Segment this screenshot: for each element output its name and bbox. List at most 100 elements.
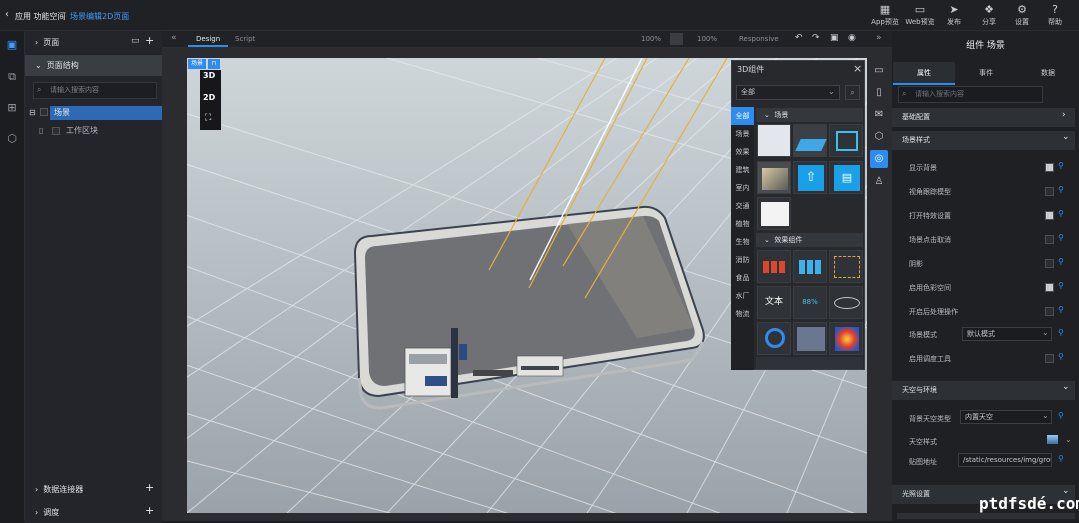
category-food[interactable]: 食品 [731, 269, 754, 287]
link-icon[interactable]: ⚲ [1058, 185, 1064, 194]
property-search-input[interactable]: 请输入搜索内容 [898, 86, 1043, 103]
mail-icon[interactable]: ✉ [870, 106, 888, 124]
schedule-section-header[interactable]: › 调度 [25, 502, 162, 523]
undo-icon[interactable]: ↶ [795, 33, 803, 43]
link-icon[interactable]: ⚲ [1058, 305, 1064, 314]
data-icon[interactable]: ⊞ [5, 101, 19, 115]
pages-section-header[interactable]: › 页面 [25, 32, 162, 53]
category-water[interactable]: 水厂 [731, 287, 754, 305]
link-icon[interactable]: ⚲ [1058, 454, 1064, 463]
share-button[interactable]: ❖ 分享 [974, 3, 1004, 27]
prop-checkbox[interactable] [1045, 354, 1054, 363]
expand-right-button[interactable]: » [876, 33, 882, 43]
collapse-left-button[interactable]: « [171, 33, 177, 43]
category-effect[interactable]: 效果 [731, 143, 754, 161]
close-icon[interactable]: × [853, 62, 862, 75]
category-scene[interactable]: 场景 [731, 125, 754, 143]
web-preview-button[interactable]: ▭ Web预览 [905, 3, 935, 27]
prop-checkbox[interactable] [1045, 211, 1054, 220]
thumb-heatmap[interactable] [829, 322, 863, 355]
components-icon[interactable]: ⧉ [5, 70, 19, 84]
section-basic-config[interactable]: 基础配置 [892, 108, 1075, 127]
category-plant[interactable]: 植物 [731, 215, 754, 233]
prop-checkbox[interactable] [1045, 283, 1054, 292]
prop-checkbox[interactable] [1045, 163, 1054, 172]
zoom-value[interactable]: 100% [641, 35, 661, 43]
thumb-cyan-box[interactable] [829, 124, 863, 157]
link-icon[interactable]: ⚲ [1058, 352, 1064, 361]
prop-checkbox[interactable] [1045, 235, 1054, 244]
preview-eye-icon[interactable]: ◉ [848, 33, 856, 43]
help-button[interactable]: ? 帮助 [1040, 3, 1070, 27]
link-icon[interactable]: ⚲ [1058, 161, 1064, 170]
thumb-red-tiles[interactable] [757, 250, 791, 283]
thumb-upload-box[interactable]: ⇧ [793, 161, 827, 194]
thumb-panel[interactable] [793, 322, 827, 355]
thumb-ring-outline[interactable] [829, 286, 863, 319]
thumb-blue-cubes[interactable] [793, 250, 827, 283]
link-icon[interactable]: ⚲ [1058, 209, 1064, 218]
visibility-checkbox[interactable] [40, 108, 48, 116]
publish-button[interactable]: ➤ 发布 [939, 3, 969, 27]
folder-icon[interactable]: ▭ [131, 36, 140, 46]
datasource-section-header[interactable]: › 数据连接器 [25, 479, 162, 500]
tablet-icon[interactable]: ▯ [870, 84, 888, 102]
add-datasource-button[interactable]: + [145, 481, 154, 494]
package-icon[interactable]: ⬡ [870, 128, 888, 146]
section-sky-environment[interactable]: 天空与环境 [892, 381, 1075, 400]
thumb-chart-box[interactable]: ▤ [829, 161, 863, 194]
thumb-white-box[interactable] [757, 197, 791, 230]
add-page-button[interactable]: + [145, 34, 154, 47]
user-icon[interactable]: ♙ [870, 173, 888, 191]
tab-data[interactable]: 数据 [1017, 62, 1079, 84]
category-indoor[interactable]: 室内 [731, 179, 754, 197]
tree-node-workarea[interactable]: 工作区块 [50, 125, 160, 137]
category-creature[interactable]: 生物 [731, 233, 754, 251]
prop-checkbox[interactable] [1045, 307, 1054, 316]
link-icon[interactable]: ⚲ [1058, 233, 1064, 242]
sky-type-select[interactable]: 内置天空 [960, 410, 1052, 424]
tab-design[interactable]: Design [196, 35, 220, 43]
tab-script[interactable]: Script [235, 35, 255, 43]
3d-icon[interactable]: ◎ [870, 150, 888, 168]
responsive-select[interactable]: Responsive [739, 35, 779, 43]
section-scene-style[interactable]: 场景样式 [892, 131, 1075, 150]
library-filter-select[interactable]: 全部 [736, 85, 840, 100]
link-icon[interactable]: ⚲ [1058, 411, 1064, 420]
collapse-tree-icon[interactable]: ⊟ [29, 108, 36, 117]
category-logistics[interactable]: 物流 [731, 305, 754, 323]
category-building[interactable]: 建筑 [731, 161, 754, 179]
thumb-text[interactable]: 文本 [757, 286, 791, 319]
settings-button[interactable]: ⚙ 设置 [1007, 3, 1037, 27]
thumb-blue-plane[interactable] [793, 124, 827, 157]
link-icon[interactable]: ⚲ [1058, 281, 1064, 290]
sky-preview-image[interactable] [1047, 435, 1058, 444]
group-effects-header[interactable]: ⌄ 效果组件 [756, 233, 863, 247]
fullscreen-icon[interactable]: ⛶ [205, 113, 211, 123]
mode-2d-button[interactable]: 2D [203, 93, 215, 102]
lock-icon[interactable]: ⊓ [208, 59, 220, 69]
category-fire[interactable]: 消防 [731, 251, 754, 269]
category-all[interactable]: 全部 [731, 107, 754, 125]
group-scene-header[interactable]: ⌄ 场景 [756, 108, 863, 122]
tree-search-input[interactable]: 请输入搜索内容 [33, 82, 157, 99]
thumb-dashed-frame[interactable] [829, 250, 863, 283]
cube-icon[interactable]: ⬡ [5, 132, 19, 146]
chevron-left-icon[interactable]: ‹ [5, 9, 9, 20]
tree-node-scene[interactable]: 场景 [50, 106, 162, 120]
texture-url-input[interactable]: /static/resources/img/groun [958, 453, 1052, 467]
thumb-gauge[interactable] [757, 322, 791, 355]
prop-checkbox[interactable] [1045, 187, 1054, 196]
app-preview-button[interactable]: ▦ App预览 [870, 3, 900, 27]
breadcrumb-current-page[interactable]: 场景编辑2D页面 [70, 11, 129, 22]
pages-icon[interactable]: ▣ [5, 38, 19, 52]
chevron-down-icon[interactable]: ⌄ [1065, 435, 1072, 444]
category-traffic[interactable]: 交通 [731, 197, 754, 215]
zoom-value-2[interactable]: 100% [697, 35, 717, 43]
prop-checkbox[interactable] [1045, 259, 1054, 268]
add-schedule-button[interactable]: + [145, 504, 154, 517]
zoom-toggle[interactable] [670, 33, 683, 45]
monitor-icon[interactable]: ▭ [870, 62, 888, 80]
tab-events[interactable]: 事件 [955, 62, 1017, 84]
thumb-percent-ring[interactable]: 88% [793, 286, 827, 319]
